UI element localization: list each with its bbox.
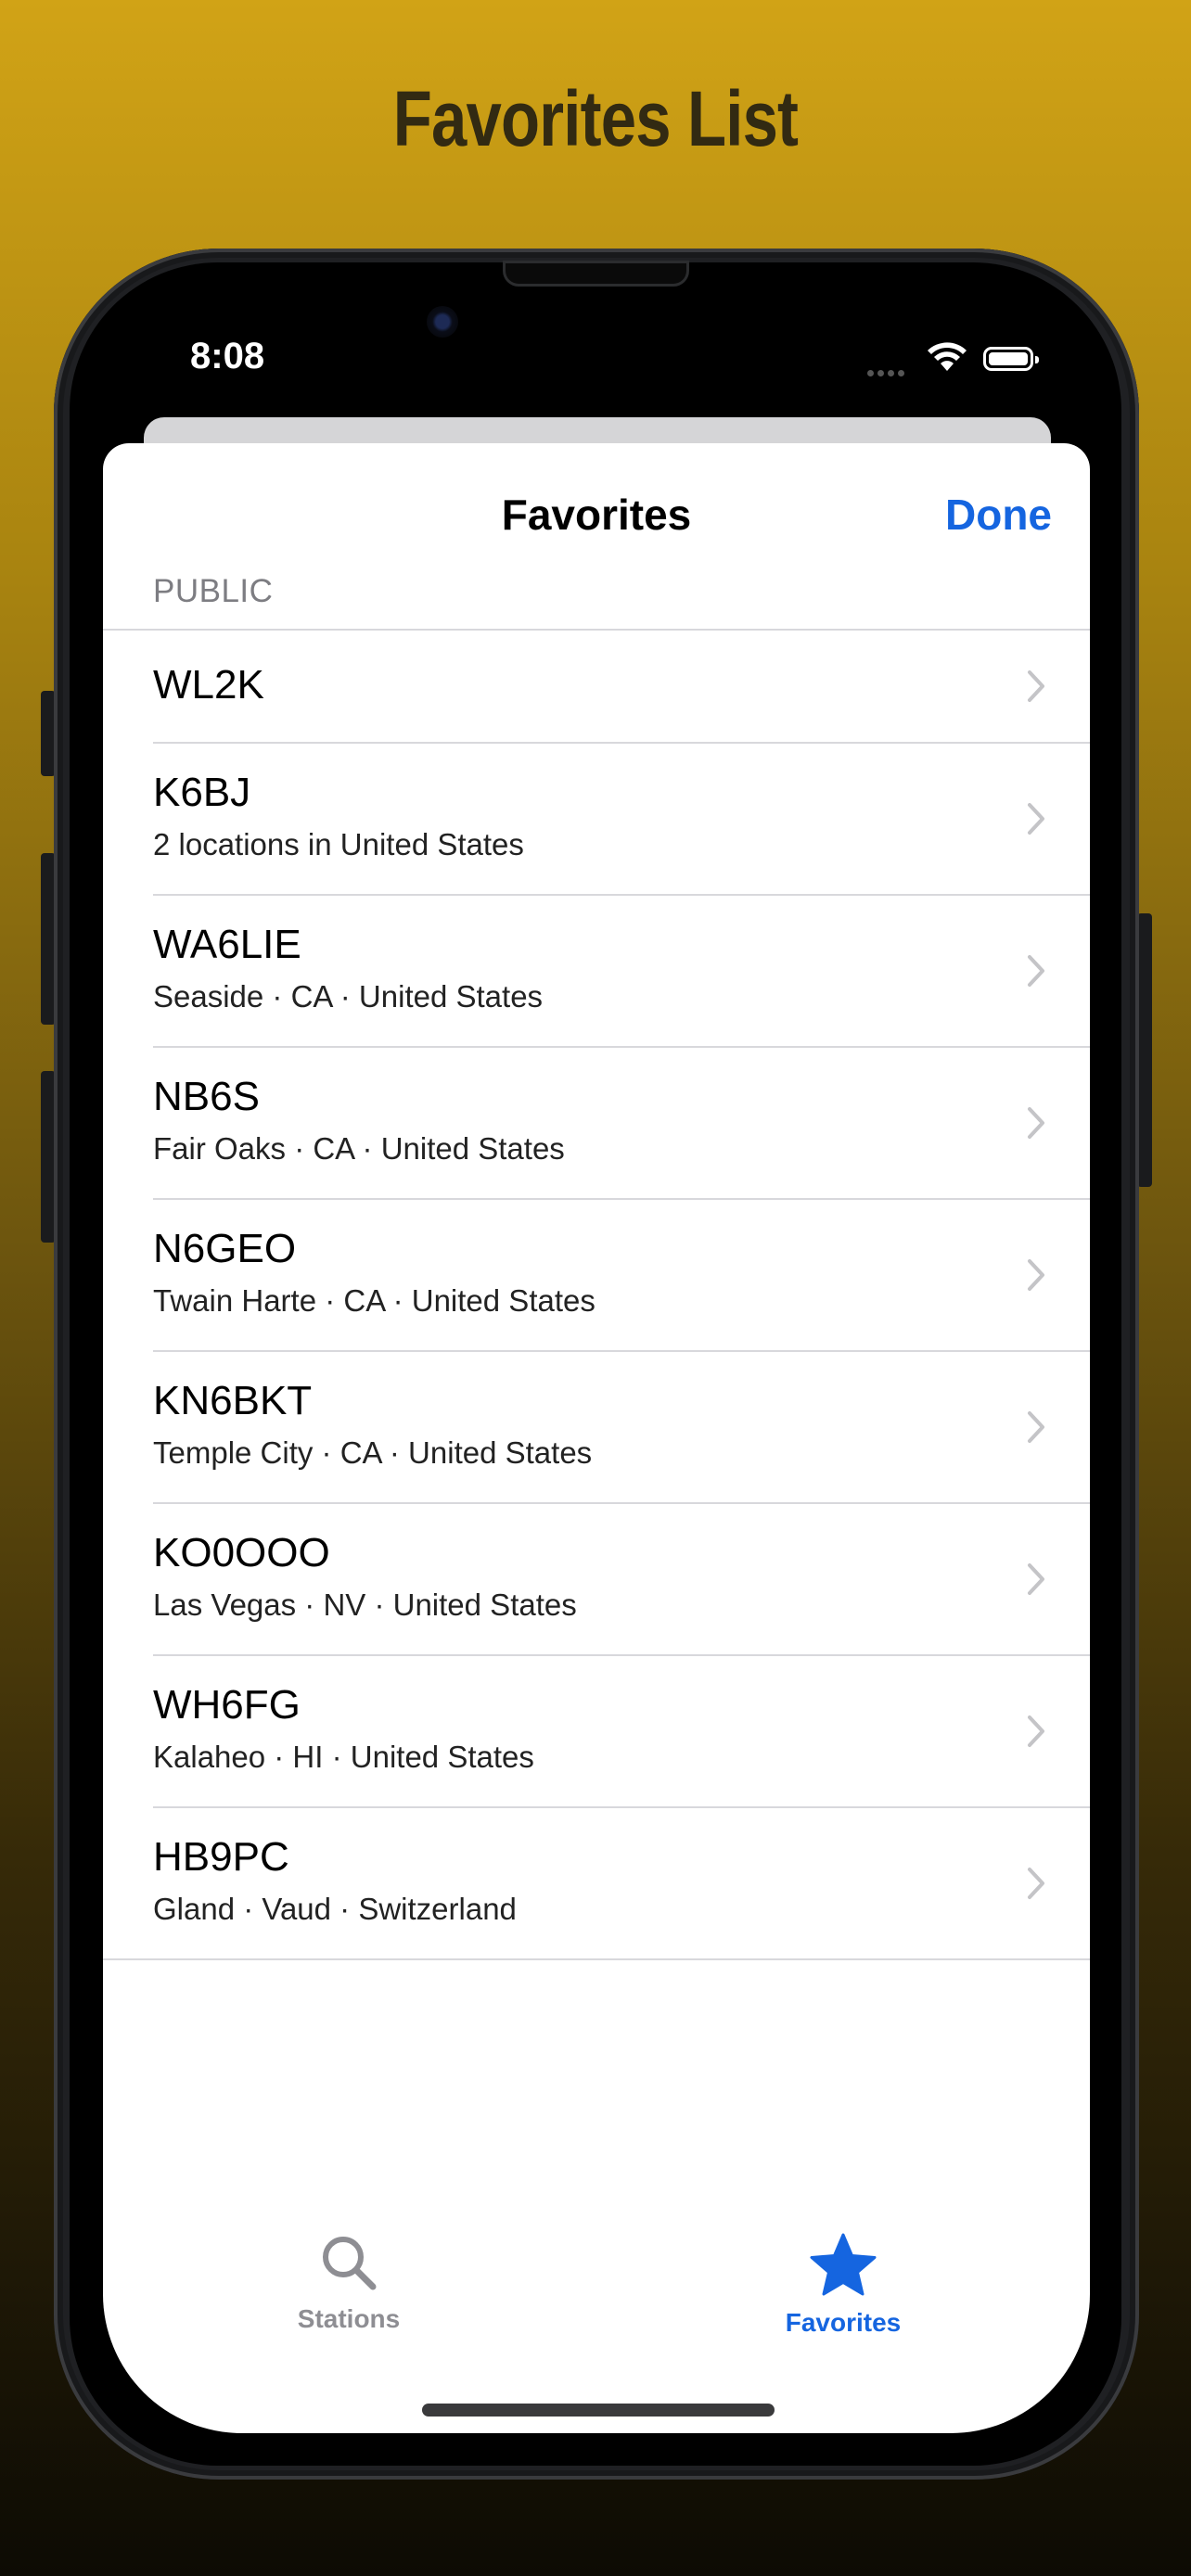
done-button[interactable]: Done	[945, 490, 1052, 540]
list-item[interactable]: K6BJ 2 locations in United States	[153, 744, 1090, 896]
callsign: WA6LIE	[153, 922, 301, 967]
nav-title: Favorites	[501, 491, 692, 539]
callsign: N6GEO	[153, 1226, 297, 1271]
location-text: Seaside · CA · United States	[153, 979, 544, 1014]
battery-icon	[983, 347, 1039, 371]
front-camera	[427, 306, 458, 338]
location-text: Gland · Vaud · Switzerland	[153, 1892, 517, 1926]
location-text: Kalaheo · HI · United States	[153, 1740, 534, 1774]
chevron-right-icon	[1028, 670, 1044, 702]
callsign: WH6FG	[153, 1682, 301, 1728]
home-indicator[interactable]	[422, 2404, 775, 2417]
chevron-right-icon	[1028, 1411, 1044, 1443]
phone-power-button	[1137, 913, 1152, 1187]
page-headline: Favorites List	[392, 75, 799, 162]
chevron-right-icon	[1028, 1868, 1044, 1899]
location-text: 2 locations in United States	[153, 827, 524, 861]
chevron-right-icon	[1028, 1715, 1044, 1747]
callsign: NB6S	[153, 1074, 260, 1119]
section-header: PUBLIC	[153, 573, 274, 609]
chevron-right-icon	[1028, 1563, 1044, 1595]
chevron-right-icon	[1028, 1107, 1044, 1139]
status-time: 8:08	[190, 336, 265, 376]
callsign: HB9PC	[153, 1834, 289, 1880]
list-item[interactable]: N6GEO Twain Harte · CA · United States	[153, 1200, 1090, 1352]
list-item[interactable]: KO0OOO Las Vegas · NV · United States	[153, 1504, 1090, 1656]
callsign: KO0OOO	[153, 1530, 330, 1575]
list-item[interactable]: WL2K	[153, 631, 1090, 744]
magnifying-glass-icon	[323, 2237, 377, 2290]
wifi-icon	[928, 342, 967, 371]
location-text: Fair Oaks · CA · United States	[153, 1131, 565, 1166]
favorites-sheet: Favorites Done PUBLIC WL2K K6BJ 2 locati…	[103, 443, 1090, 2433]
cellular-signal-icon	[867, 364, 908, 381]
list-item[interactable]: WA6LIE Seaside · CA · United States	[153, 896, 1090, 1048]
location-text: Twain Harte · CA · United States	[153, 1283, 596, 1318]
earpiece-speaker	[506, 263, 686, 284]
tab-favorites[interactable]: Favorites	[750, 2233, 936, 2338]
chevron-right-icon	[1028, 803, 1044, 835]
chevron-right-icon	[1028, 955, 1044, 987]
callsign: KN6BKT	[153, 1378, 313, 1423]
star-icon	[810, 2233, 877, 2296]
chevron-right-icon	[1028, 1259, 1044, 1291]
list-item[interactable]: WH6FG Kalaheo · HI · United States	[153, 1656, 1090, 1808]
callsign: K6BJ	[153, 770, 251, 815]
tab-stations-label: Stations	[297, 2304, 401, 2333]
location-text: Las Vegas · NV · United States	[153, 1588, 577, 1622]
list-item[interactable]: HB9PC Gland · Vaud · Switzerland	[103, 1808, 1090, 1960]
list-item[interactable]: NB6S Fair Oaks · CA · United States	[153, 1048, 1090, 1200]
favorites-list: WL2K K6BJ 2 locations in United States W…	[103, 629, 1090, 1960]
tab-stations[interactable]: Stations	[256, 2233, 442, 2334]
list-item[interactable]: KN6BKT Temple City · CA · United States	[153, 1352, 1090, 1504]
tab-favorites-label: Favorites	[785, 2308, 902, 2337]
callsign: WL2K	[153, 662, 264, 708]
tab-bar: Stations Favorites	[103, 2233, 1090, 2344]
location-text: Temple City · CA · United States	[153, 1435, 593, 1470]
